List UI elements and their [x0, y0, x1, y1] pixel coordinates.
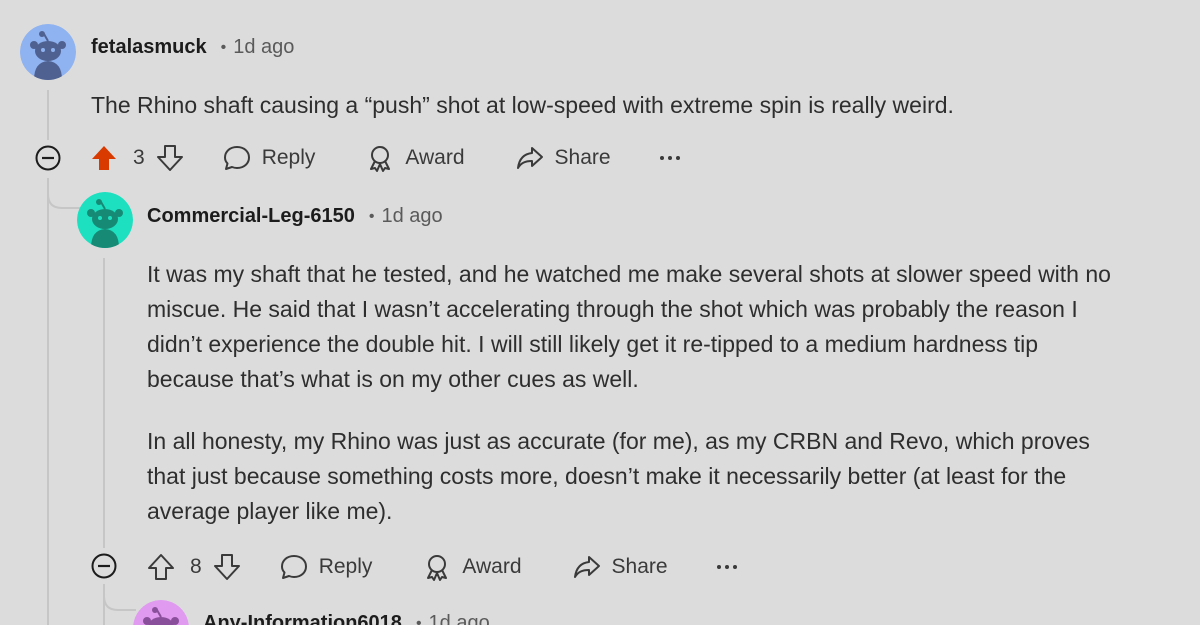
snoo-avatar-icon: [20, 24, 76, 80]
upvote-button[interactable]: [146, 552, 176, 582]
upvote-icon: [148, 554, 174, 580]
username[interactable]: fetalasmuck: [91, 36, 207, 59]
reply-label: Reply: [261, 146, 316, 169]
comment-body: It was my shaft that he tested, and he w…: [147, 257, 1112, 529]
meta-separator: •: [415, 614, 422, 625]
avatar[interactable]: [20, 24, 76, 80]
award-button[interactable]: Award: [365, 143, 465, 173]
ellipsis-icon: [659, 156, 680, 160]
comment-paragraph: It was my shaft that he tested, and he w…: [147, 261, 1111, 392]
vote-score: 3: [133, 146, 145, 169]
timestamp[interactable]: 1d ago: [233, 36, 294, 59]
share-button[interactable]: Share: [515, 143, 611, 173]
collapse-icon: [91, 553, 117, 579]
upvote-filled-icon: [92, 146, 116, 170]
comment-thread: fetalasmuck • 1d ago The Rhino shaft cau…: [0, 0, 1200, 625]
award-icon: [370, 146, 391, 172]
meta-separator: •: [220, 38, 227, 56]
downvote-button[interactable]: [212, 552, 242, 582]
share-label: Share: [554, 146, 611, 169]
downvote-icon: [213, 554, 240, 580]
username[interactable]: Any-Information6018: [203, 612, 402, 625]
more-options-button[interactable]: [716, 562, 738, 572]
more-options-button[interactable]: [659, 153, 681, 163]
comment-bubble-icon: [280, 555, 307, 579]
avatar[interactable]: [77, 192, 133, 248]
reply-label: Reply: [318, 555, 373, 578]
upvote-button[interactable]: [89, 143, 119, 173]
share-icon: [573, 556, 600, 578]
collapse-button[interactable]: [34, 144, 62, 172]
username[interactable]: Commercial-Leg-6150: [147, 205, 355, 228]
comment-meta: Any-Information6018 • 1d ago: [203, 612, 490, 625]
award-button[interactable]: Award: [422, 552, 522, 582]
share-button[interactable]: Share: [572, 552, 668, 582]
award-label: Award: [462, 555, 522, 578]
comment-paragraph: In all honesty, my Rhino was just as acc…: [147, 428, 1090, 524]
vote-score: 8: [190, 555, 202, 578]
thread-line[interactable]: [47, 90, 49, 140]
thread-line[interactable]: [103, 258, 105, 548]
timestamp[interactable]: 1d ago: [429, 612, 490, 625]
comment-actions: 8 Reply Award Share: [146, 547, 738, 587]
comment-meta: fetalasmuck • 1d ago: [91, 36, 294, 59]
comment-body: The Rhino shaft causing a “push” shot at…: [91, 88, 1131, 123]
timestamp[interactable]: 1d ago: [381, 205, 442, 228]
comment-bubble-icon: [223, 146, 250, 170]
ellipsis-icon: [716, 565, 737, 569]
downvote-button[interactable]: [155, 143, 185, 173]
downvote-icon: [156, 145, 183, 171]
thread-line[interactable]: [47, 178, 49, 625]
share-label: Share: [611, 555, 668, 578]
reply-button[interactable]: Reply: [222, 143, 316, 173]
collapse-icon: [35, 145, 61, 171]
collapse-button[interactable]: [90, 552, 118, 580]
reply-button[interactable]: Reply: [279, 552, 373, 582]
snoo-avatar-icon: [77, 192, 133, 248]
comment-meta: Commercial-Leg-6150 • 1d ago: [147, 205, 443, 228]
award-icon: [427, 555, 448, 581]
comment-actions: 3 Reply Award Share: [89, 138, 681, 178]
comment-paragraph: The Rhino shaft causing a “push” shot at…: [91, 92, 954, 118]
meta-separator: •: [368, 207, 375, 225]
award-label: Award: [405, 146, 465, 169]
share-icon: [516, 147, 543, 169]
